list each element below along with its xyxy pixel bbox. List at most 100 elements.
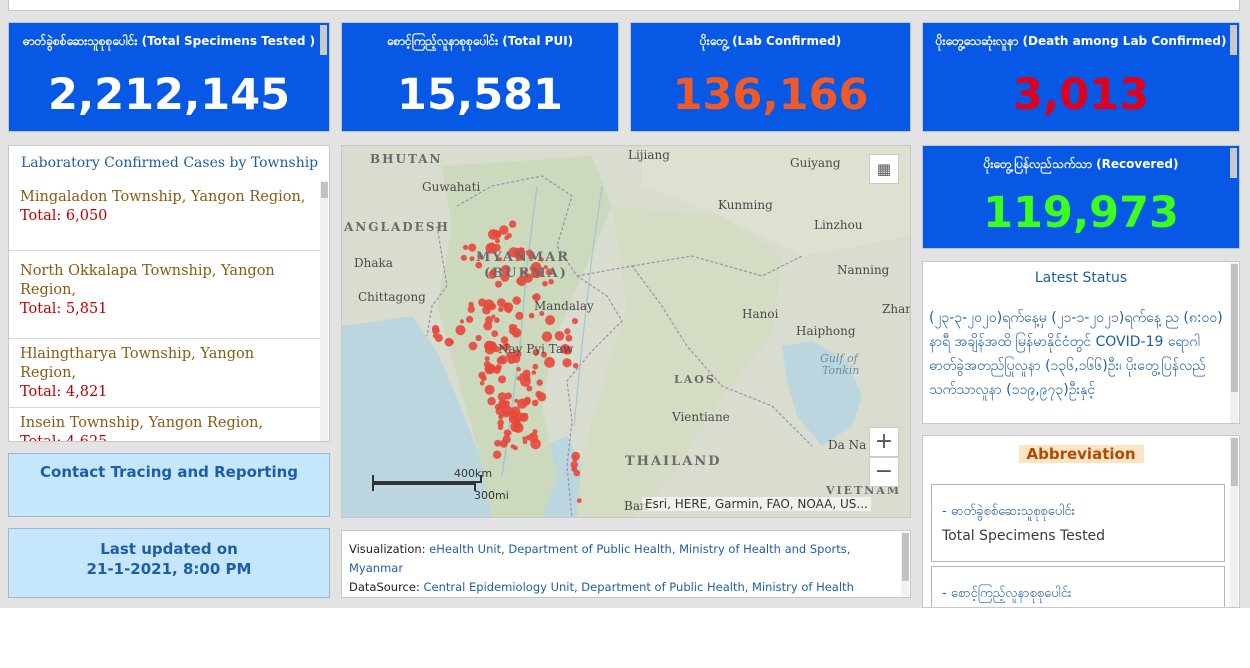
- case-dot[interactable]: [479, 380, 485, 386]
- list-item[interactable]: Hlaingtharya Township, Yangon Region, To…: [9, 339, 321, 408]
- case-dot[interactable]: [519, 373, 524, 378]
- case-dot[interactable]: [572, 362, 579, 369]
- case-dot[interactable]: [523, 396, 531, 404]
- case-dot[interactable]: [506, 233, 512, 239]
- case-dot[interactable]: [565, 334, 573, 342]
- zoom-out-button[interactable]: −: [869, 457, 899, 487]
- case-dot[interactable]: [510, 444, 516, 449]
- case-dot[interactable]: [512, 354, 521, 363]
- case-dot[interactable]: [529, 433, 534, 438]
- case-dot[interactable]: [491, 330, 499, 337]
- case-dot[interactable]: [491, 229, 500, 238]
- case-dot[interactable]: [564, 328, 571, 335]
- qr-icon[interactable]: ▦: [869, 154, 899, 184]
- case-dot[interactable]: [498, 375, 507, 384]
- contact-tracing-link[interactable]: Contact Tracing and Reporting: [8, 453, 330, 517]
- case-dot[interactable]: [554, 331, 565, 341]
- case-dot[interactable]: [487, 341, 497, 352]
- case-dot[interactable]: [562, 358, 572, 368]
- case-dot[interactable]: [491, 314, 496, 319]
- case-dot[interactable]: [495, 364, 502, 371]
- case-dot[interactable]: [487, 397, 496, 406]
- case-dot[interactable]: [492, 450, 502, 459]
- abbreviation-card: - ဓာတ်ခွဲစစ်ဆေးသူစုစုပေါင်း Total Specim…: [931, 484, 1225, 562]
- abbreviation-en: Total Specimens Tested: [942, 528, 1106, 544]
- case-dot[interactable]: [532, 363, 539, 370]
- case-dot[interactable]: [537, 392, 547, 402]
- case-dot[interactable]: [469, 256, 475, 262]
- case-dot[interactable]: [494, 404, 501, 410]
- case-dot[interactable]: [498, 306, 504, 313]
- case-dot[interactable]: [455, 325, 466, 336]
- case-dot[interactable]: [522, 373, 531, 382]
- case-dot[interactable]: [475, 334, 482, 342]
- case-dot[interactable]: [570, 461, 578, 469]
- case-dot[interactable]: [432, 327, 440, 335]
- scrollbar[interactable]: [1230, 25, 1237, 55]
- scrollbar-thumb[interactable]: [1231, 438, 1238, 486]
- case-dot[interactable]: [576, 498, 582, 503]
- map-attribution[interactable]: Esri, HERE, Garmin, FAO, NOAA, US...: [642, 497, 871, 511]
- case-dot[interactable]: [545, 315, 556, 326]
- case-dot[interactable]: [497, 424, 504, 431]
- case-dot[interactable]: [482, 305, 491, 315]
- map-label: Tonkin: [822, 364, 860, 377]
- case-dot[interactable]: [531, 399, 539, 407]
- case-dot[interactable]: [483, 321, 493, 331]
- case-dot[interactable]: [505, 306, 512, 314]
- case-dot[interactable]: [495, 280, 502, 288]
- case-dot[interactable]: [522, 439, 528, 445]
- zoom-in-button[interactable]: +: [869, 427, 899, 457]
- scrollbar-thumb[interactable]: [902, 533, 909, 581]
- case-dot[interactable]: [496, 298, 506, 307]
- case-dot[interactable]: [484, 384, 495, 395]
- case-dot[interactable]: [512, 296, 521, 305]
- case-dot[interactable]: [509, 327, 516, 335]
- case-dot[interactable]: [516, 366, 521, 372]
- case-dot[interactable]: [499, 225, 509, 235]
- list-item[interactable]: Mingaladon Township, Yangon Region, Tota…: [9, 182, 321, 251]
- map-label: Vientiane: [672, 410, 730, 424]
- case-dot[interactable]: [542, 280, 548, 287]
- scrollbar-thumb[interactable]: [321, 182, 328, 198]
- case-dot[interactable]: [516, 412, 525, 421]
- case-dot[interactable]: [571, 318, 579, 325]
- case-dot[interactable]: [541, 331, 553, 342]
- scale-km-label: 400km: [454, 467, 493, 480]
- case-dot[interactable]: [544, 357, 555, 368]
- case-dot[interactable]: [459, 319, 465, 324]
- township-total: Total: 5,851: [20, 301, 108, 317]
- case-dot[interactable]: [468, 341, 478, 351]
- case-dot[interactable]: [460, 254, 467, 261]
- case-dot[interactable]: [484, 356, 490, 362]
- case-dot[interactable]: [502, 435, 511, 444]
- case-dot[interactable]: [483, 360, 491, 368]
- list-item[interactable]: Insein Township, Yangon Region, Total: 4…: [9, 408, 321, 441]
- case-dot[interactable]: [509, 220, 517, 228]
- source-link[interactable]: Central Epidemiology Unit, Department of…: [424, 580, 854, 594]
- list-item[interactable]: North Okkalapa Township, Yangon Region, …: [9, 251, 321, 339]
- case-dot[interactable]: [496, 356, 505, 365]
- case-dot[interactable]: [478, 371, 486, 379]
- case-dot[interactable]: [467, 305, 475, 313]
- case-dot[interactable]: [515, 311, 524, 320]
- case-dot[interactable]: [571, 451, 581, 461]
- scrollbar-thumb[interactable]: [1231, 264, 1238, 392]
- case-dot[interactable]: [531, 370, 537, 375]
- map-label: Dhaka: [354, 256, 393, 270]
- case-dot[interactable]: [528, 312, 535, 319]
- scrollbar[interactable]: [1230, 148, 1237, 178]
- map-panel[interactable]: BHUTAN Lijiang Guiyang Guwahati Kunming …: [341, 145, 911, 518]
- map-label: Linzhou: [814, 218, 863, 232]
- case-dot[interactable]: [497, 392, 507, 402]
- case-dot[interactable]: [514, 398, 519, 403]
- case-dot[interactable]: [462, 244, 469, 250]
- case-dot[interactable]: [526, 385, 533, 392]
- case-dot[interactable]: [449, 340, 455, 345]
- scrollbar[interactable]: [320, 25, 327, 55]
- case-dot[interactable]: [466, 315, 474, 324]
- case-dot[interactable]: [536, 379, 543, 386]
- dashboard: ဓာတ်ခွဲစစ်ဆေးသူစုစုပေါင်း (Total Specime…: [0, 0, 1250, 608]
- case-dot[interactable]: [501, 405, 513, 416]
- scrollbar[interactable]: [320, 180, 328, 441]
